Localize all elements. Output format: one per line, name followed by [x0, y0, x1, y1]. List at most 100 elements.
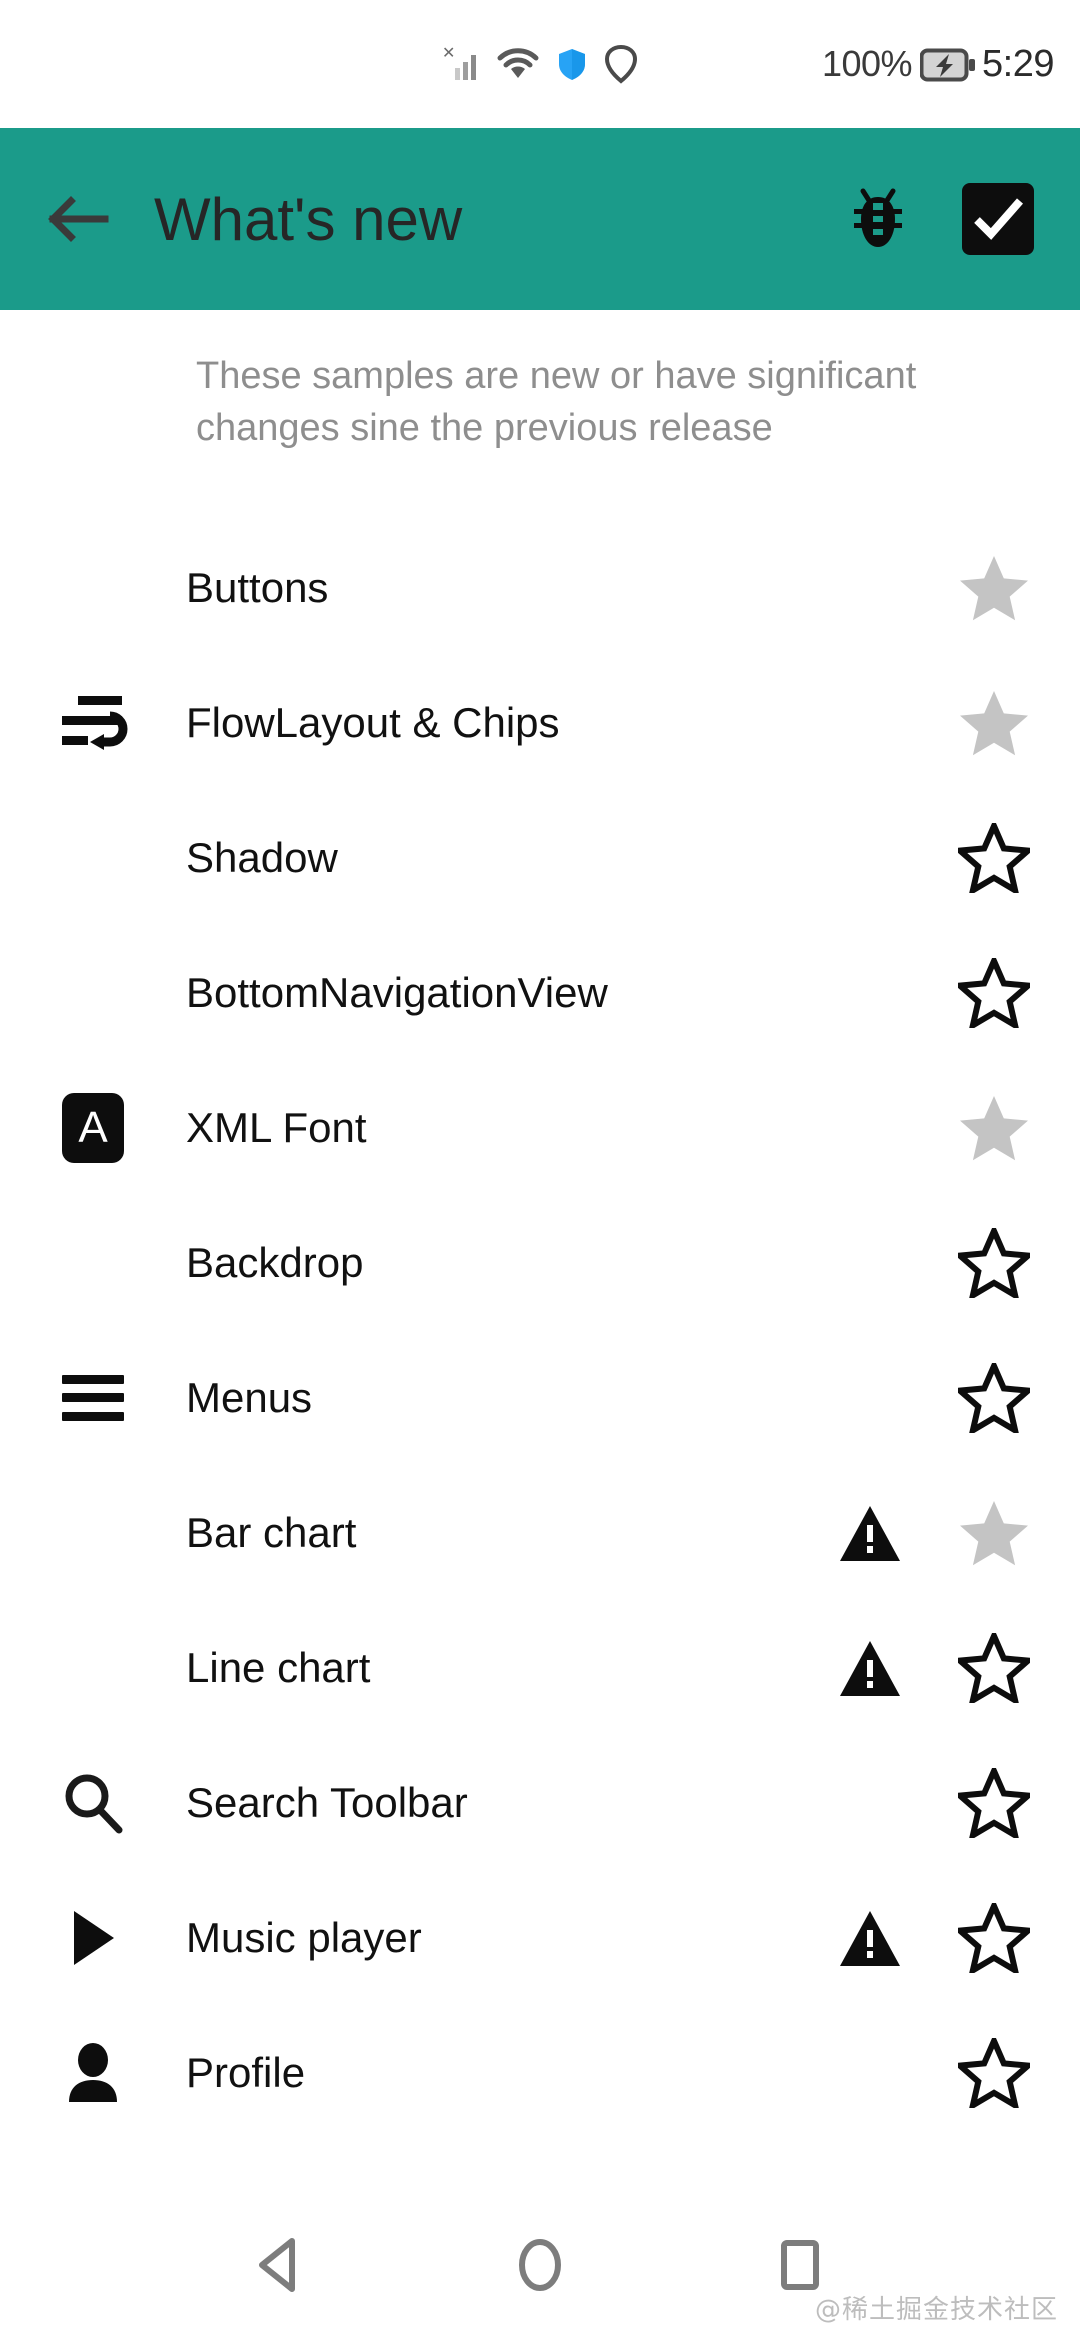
list-item[interactable]: Bar chart: [0, 1465, 1080, 1600]
security-shield-icon: [554, 44, 590, 84]
text-wrap-icon: [58, 690, 128, 756]
list-item-leading-icon: [0, 2005, 186, 2140]
star-outline-icon[interactable]: [958, 957, 1030, 1028]
list-item-label: Shadow: [186, 833, 338, 881]
clock-label: 5:29: [982, 42, 1054, 85]
battery-charging-icon: [920, 48, 976, 82]
nav-recents-square-icon: [772, 2235, 828, 2295]
page-description: These samples are new or have significan…: [196, 355, 917, 450]
phone-screen: ✕ 100% 5:29 What's new These samples are…: [0, 0, 1080, 2340]
list-item-label: Search Toolbar: [186, 1778, 468, 1826]
list-item-warning: [810, 1501, 930, 1565]
list-item-label: Bar chart: [186, 1508, 357, 1556]
list-item-leading-icon: A: [0, 1060, 186, 1195]
font-a-badge-icon: A: [62, 1092, 124, 1163]
star-filled-icon[interactable]: [958, 688, 1030, 758]
list-item-label: Line chart: [186, 1643, 371, 1691]
nav-home-button[interactable]: [485, 2210, 595, 2320]
list-item-label: BottomNavigationView: [186, 968, 608, 1016]
star-outline-icon[interactable]: [958, 1902, 1030, 1973]
star-filled-icon[interactable]: [958, 1093, 1030, 1163]
star-outline-icon[interactable]: [958, 1227, 1030, 1298]
watermark-label: @稀土掘金技术社区: [814, 2295, 1058, 2325]
list-item-warning: [810, 1906, 930, 1970]
list-item-label: Menus: [186, 1373, 313, 1421]
warning-triangle-icon: [837, 1636, 903, 1700]
list-item-favorite-toggle[interactable]: [930, 822, 1058, 893]
list-item-leading-icon: [0, 1195, 186, 1330]
nav-back-button[interactable]: [225, 2210, 335, 2320]
page-title: What's new: [154, 185, 463, 253]
bug-icon: [845, 183, 911, 255]
list-item[interactable]: Menus: [0, 1330, 1080, 1465]
status-bar: ✕ 100% 5:29: [0, 0, 1080, 128]
list-item-favorite-toggle[interactable]: [930, 957, 1058, 1028]
list-item[interactable]: Line chart: [0, 1600, 1080, 1735]
status-bar-right: 100% 5:29: [821, 0, 1055, 128]
star-outline-icon[interactable]: [958, 1767, 1030, 1838]
list-item[interactable]: BottomNavigationView: [0, 925, 1080, 1060]
star-outline-icon[interactable]: [958, 1362, 1030, 1433]
nav-home-circle-icon: [512, 2235, 568, 2295]
list-item-favorite-toggle[interactable]: [930, 1902, 1058, 1973]
list-item-favorite-toggle[interactable]: [930, 553, 1058, 623]
battery-percent-label: 100%: [821, 43, 913, 84]
list-item-warning: [810, 1636, 930, 1700]
list-item-leading-icon: [0, 925, 186, 1060]
list-item-leading-icon: [0, 1735, 186, 1870]
list-item-label: Buttons: [186, 563, 329, 611]
list-item-leading-icon: [0, 1600, 186, 1735]
warning-triangle-icon: [837, 1906, 903, 1970]
list-item-favorite-toggle[interactable]: [930, 2037, 1058, 2108]
person-icon: [60, 2040, 126, 2106]
list-item[interactable]: Music player: [0, 1870, 1080, 2005]
list-item-favorite-toggle[interactable]: [930, 688, 1058, 758]
list-item[interactable]: Search Toolbar: [0, 1735, 1080, 1870]
star-filled-icon[interactable]: [958, 1498, 1030, 1568]
list-item-leading-icon: [0, 790, 186, 925]
list-item[interactable]: Buttons: [0, 520, 1080, 655]
select-all-checkbox[interactable]: [956, 177, 1040, 261]
list-item[interactable]: Profile: [0, 2005, 1080, 2140]
list-item-label: Profile: [186, 2048, 306, 2096]
checkbox-checked-icon: [960, 181, 1036, 257]
wifi-icon: [496, 44, 540, 84]
list-item-favorite-toggle[interactable]: [930, 1632, 1058, 1703]
list-item-favorite-toggle[interactable]: [930, 1362, 1058, 1433]
list-item-label: XML Font: [186, 1103, 367, 1151]
whats-new-list: Buttons FlowLayout & Chips Shadow BottomNav…: [0, 520, 1080, 2140]
back-button[interactable]: [22, 164, 132, 274]
app-bar: What's new: [0, 128, 1080, 310]
list-item-leading-icon: [0, 655, 186, 790]
list-item-favorite-toggle[interactable]: [930, 1498, 1058, 1568]
list-item[interactable]: Shadow: [0, 790, 1080, 925]
play-arrow-icon: [60, 1905, 126, 1971]
list-item-leading-icon: [0, 1870, 186, 2005]
list-item-favorite-toggle[interactable]: [930, 1767, 1058, 1838]
list-item-leading-icon: [0, 1465, 186, 1600]
list-item-leading-icon: [0, 1330, 186, 1465]
list-item-favorite-toggle[interactable]: [930, 1093, 1058, 1163]
list-item-label: Backdrop: [186, 1238, 364, 1286]
vpn-heart-icon: [604, 44, 638, 84]
list-item-label: Music player: [186, 1913, 422, 1961]
signal-bars-no-service-icon: ✕: [442, 42, 482, 86]
list-item[interactable]: Backdrop: [0, 1195, 1080, 1330]
star-outline-icon[interactable]: [958, 1632, 1030, 1703]
warning-triangle-icon: [837, 1501, 903, 1565]
back-arrow-icon: [45, 191, 109, 247]
list-item-favorite-toggle[interactable]: [930, 1227, 1058, 1298]
list-item-label: FlowLayout & Chips: [186, 698, 560, 746]
nav-back-triangle-icon: [252, 2235, 308, 2295]
app-bar-actions: [836, 177, 1040, 261]
star-outline-icon[interactable]: [958, 822, 1030, 893]
list-item[interactable]: FlowLayout & Chips: [0, 655, 1080, 790]
hamburger-menu-icon: [62, 1374, 124, 1421]
star-outline-icon[interactable]: [958, 2037, 1030, 2108]
search-icon: [59, 1769, 127, 1837]
list-item-leading-icon: [0, 520, 186, 655]
list-item[interactable]: A XML Font: [0, 1060, 1080, 1195]
star-filled-icon[interactable]: [958, 553, 1030, 623]
svg-text:✕: ✕: [442, 43, 455, 62]
bug-report-button[interactable]: [836, 177, 920, 261]
